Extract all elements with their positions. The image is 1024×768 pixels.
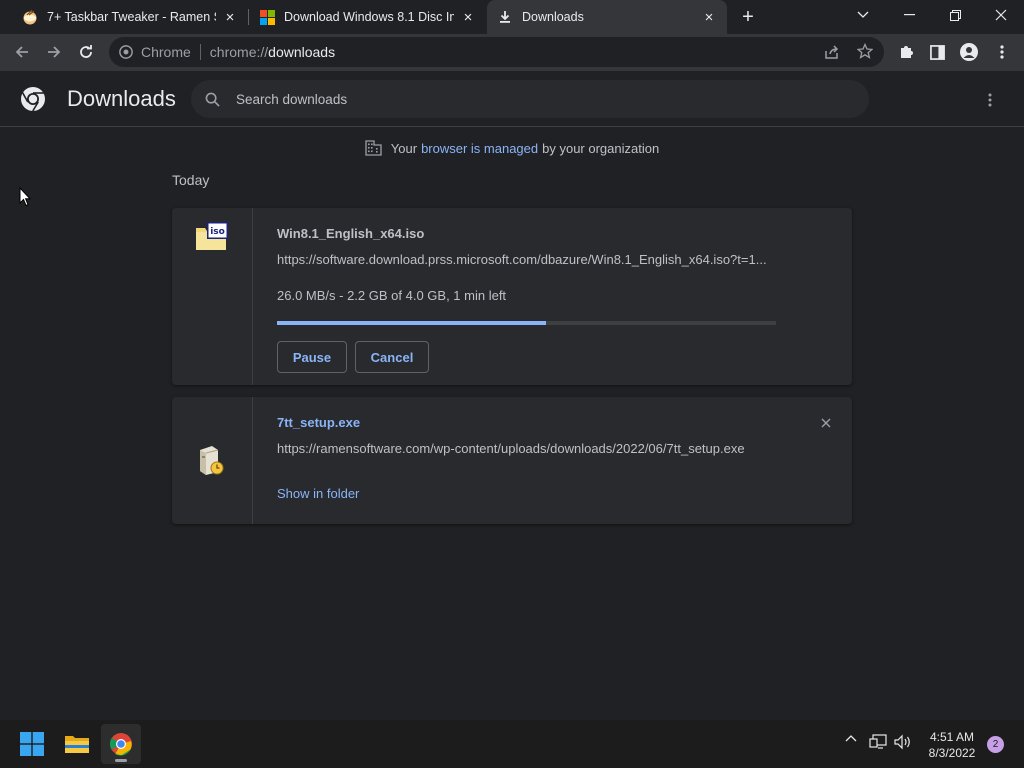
tab-title: 7+ Taskbar Tweaker - Ramen Software — [47, 10, 216, 24]
chrome-logo-icon — [110, 733, 132, 756]
start-button[interactable] — [12, 724, 52, 764]
chrome-taskbar-button[interactable] — [101, 724, 141, 764]
tab-windows-download[interactable]: Download Windows 8.1 Disc Image × — [249, 0, 486, 34]
pause-button[interactable]: Pause — [277, 341, 347, 373]
close-window-button[interactable] — [978, 0, 1024, 30]
file-icon-column: iso — [172, 208, 253, 385]
managed-link[interactable]: browser is managed — [421, 141, 538, 156]
minimize-icon — [903, 14, 915, 16]
download-progress-bar — [277, 321, 776, 325]
close-icon — [995, 9, 1007, 21]
download-status: 26.0 MB/s - 2.2 GB of 4.0 GB, 1 min left — [277, 288, 507, 303]
tab-downloads[interactable]: Downloads × — [487, 0, 727, 34]
downloads-header: Downloads — [0, 71, 1024, 127]
download-url[interactable]: https://software.download.prss.microsoft… — [277, 252, 777, 267]
network-icon[interactable] — [868, 734, 888, 750]
address-bar[interactable]: Chrome chrome:// downloads — [109, 37, 884, 67]
windows-taskbar: 4:51 AM 8/3/2022 — [0, 720, 1024, 768]
installer-icon — [198, 444, 226, 481]
notification-badge[interactable]: 2 — [987, 736, 1004, 753]
download-filename: Win8.1_English_x64.iso — [277, 226, 425, 241]
chrome-menu-button[interactable] — [987, 38, 1017, 66]
search-icon — [205, 92, 220, 107]
volume-icon[interactable] — [893, 734, 913, 750]
download-url[interactable]: https://ramensoftware.com/wp-content/upl… — [277, 441, 797, 456]
kebab-menu-icon — [1000, 45, 1004, 59]
tab-title: Downloads — [522, 10, 584, 24]
clock-date: 8/3/2022 — [928, 746, 976, 760]
tab-close-icon[interactable]: × — [222, 9, 238, 26]
avatar-icon — [960, 43, 978, 61]
omnibox-separator — [199, 44, 201, 60]
bookmark-star-icon[interactable] — [856, 42, 874, 62]
cancel-button[interactable]: Cancel — [355, 341, 429, 373]
download-filename-link[interactable]: 7tt_setup.exe — [277, 415, 360, 430]
show-in-folder-link[interactable]: Show in folder — [277, 486, 359, 501]
restore-button[interactable] — [932, 0, 978, 30]
restore-icon — [949, 9, 961, 21]
close-icon — [821, 418, 831, 428]
side-panel-button[interactable] — [922, 38, 952, 66]
system-clock[interactable]: 4:51 AM 8/3/2022 — [916, 729, 988, 761]
chevron-up-icon — [845, 735, 857, 742]
browser-toolbar: Chrome chrome:// downloads — [0, 34, 1024, 71]
download-favicon-icon — [497, 9, 513, 25]
show-hidden-icons-button[interactable] — [842, 734, 860, 742]
svg-text:iso: iso — [210, 227, 225, 237]
kebab-menu-icon — [988, 93, 992, 107]
remove-download-button[interactable] — [816, 413, 836, 433]
back-arrow-icon — [15, 46, 28, 58]
url-scheme: chrome:// — [209, 44, 269, 60]
forward-button[interactable] — [39, 38, 69, 66]
profile-button[interactable] — [954, 38, 984, 66]
running-indicator — [115, 759, 127, 762]
date-section-heading: Today — [172, 172, 210, 188]
side-panel-icon — [929, 44, 945, 60]
managed-prefix: Your — [390, 140, 418, 156]
folder-icon — [65, 736, 89, 753]
tab-strip: 7+ Taskbar Tweaker - Ramen Software × Do… — [0, 0, 1024, 34]
tab-title: Download Windows 8.1 Disc Image — [284, 10, 454, 24]
search-box[interactable] — [191, 80, 869, 118]
puzzle-icon — [901, 46, 913, 58]
downloads-menu-button[interactable] — [978, 88, 1002, 112]
microsoft-favicon-icon — [259, 9, 275, 25]
chrome-logo-icon — [20, 86, 46, 112]
back-button[interactable] — [7, 38, 37, 66]
iso-file-icon: iso — [195, 222, 229, 257]
extensions-button[interactable] — [891, 38, 921, 66]
page-title: Downloads — [67, 86, 176, 111]
chevron-down-icon — [857, 11, 869, 18]
url-host: downloads — [268, 44, 336, 60]
managed-notice: Your browser is managed by your organiza… — [0, 140, 1024, 156]
tab-close-icon[interactable]: × — [701, 9, 717, 26]
chrome-chip-icon — [119, 45, 133, 59]
omnibox-chip-label: Chrome — [141, 44, 191, 60]
mouse-cursor-icon — [19, 186, 32, 212]
windows-logo-icon — [20, 732, 44, 756]
reload-button[interactable] — [71, 38, 101, 66]
minimize-button[interactable] — [886, 0, 932, 30]
ramen-favicon-icon — [22, 9, 38, 25]
file-icon-column — [172, 397, 253, 524]
progress-fill — [277, 321, 547, 325]
new-tab-button[interactable]: + — [736, 6, 760, 28]
tab-close-icon[interactable]: × — [460, 9, 476, 26]
forward-arrow-icon — [48, 46, 61, 58]
search-input[interactable] — [236, 91, 836, 107]
download-item: 7tt_setup.exe https://ramensoftware.com/… — [172, 397, 852, 524]
managed-suffix: by your organization — [542, 140, 660, 156]
tab-taskbar-tweaker[interactable]: 7+ Taskbar Tweaker - Ramen Software × — [12, 0, 248, 34]
reload-icon — [80, 45, 92, 58]
clock-time: 4:51 AM — [929, 730, 975, 744]
tab-search-button[interactable] — [840, 0, 886, 30]
file-explorer-button[interactable] — [57, 724, 97, 764]
download-item: iso Win8.1_English_x64.iso https://softw… — [172, 208, 852, 385]
building-icon — [365, 140, 382, 156]
share-icon[interactable] — [824, 44, 840, 63]
